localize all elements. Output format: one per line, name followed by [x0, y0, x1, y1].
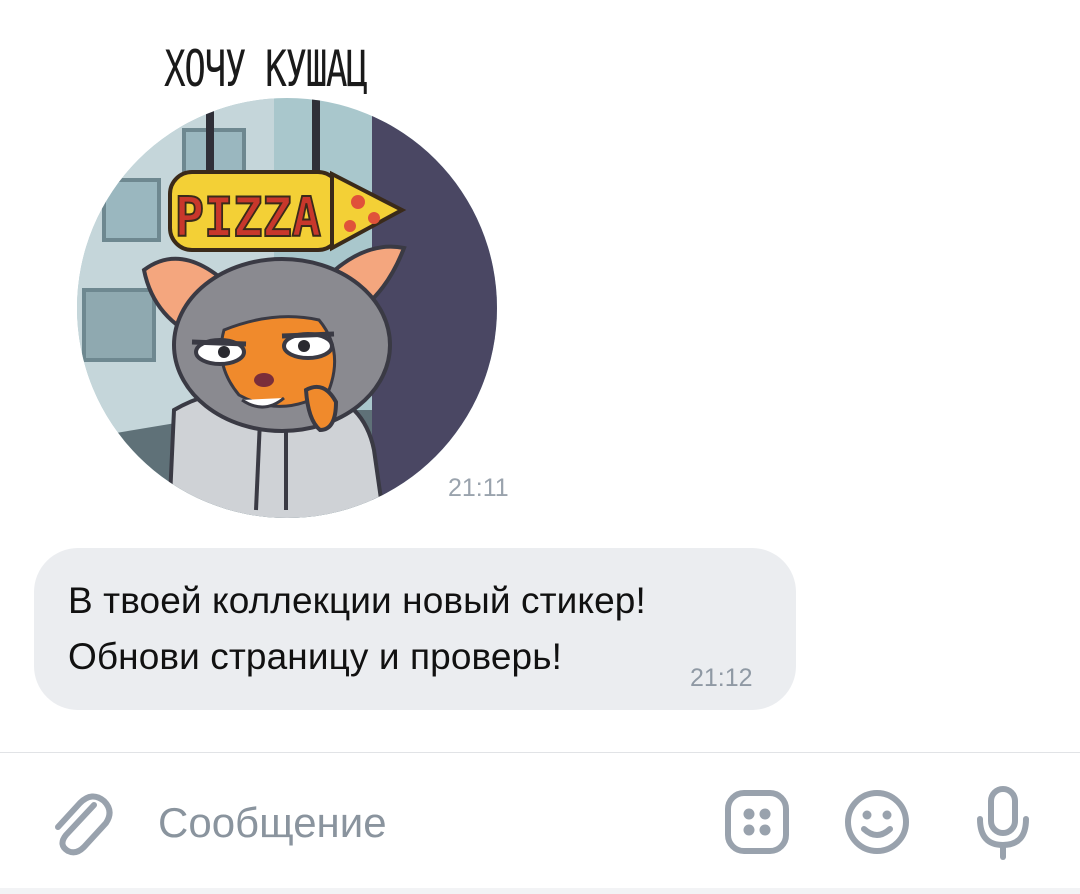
message-text-line-2: Обнови страницу и проверь! [68, 636, 562, 677]
pizza-sign-text: PIZZA [175, 187, 321, 250]
sticker-message[interactable]: ХОЧУ КУШАЦ PIZZA 21:11 [74, 30, 534, 520]
chat-history: ХОЧУ КУШАЦ PIZZA 21:11 В твоей коллекции… [0, 0, 1080, 752]
message-timestamp: 21:12 [690, 664, 753, 692]
message-bubble[interactable]: В твоей коллекции новый стикер! Обнови с… [34, 548, 796, 710]
paperclip-icon[interactable] [44, 787, 116, 859]
composer-bottom-divider [0, 888, 1080, 894]
message-input[interactable] [158, 793, 698, 853]
sticker-keyboard-icon[interactable] [722, 787, 792, 857]
message-text-line-1: В твоей коллекции новый стикер! [68, 580, 646, 621]
smiley-icon[interactable] [842, 787, 912, 857]
sticker-timestamp: 21:11 [448, 474, 509, 502]
message-composer [0, 752, 1080, 894]
microphone-icon[interactable] [968, 783, 1038, 863]
fox-pizza-sticker[interactable]: PIZZA [74, 90, 504, 520]
